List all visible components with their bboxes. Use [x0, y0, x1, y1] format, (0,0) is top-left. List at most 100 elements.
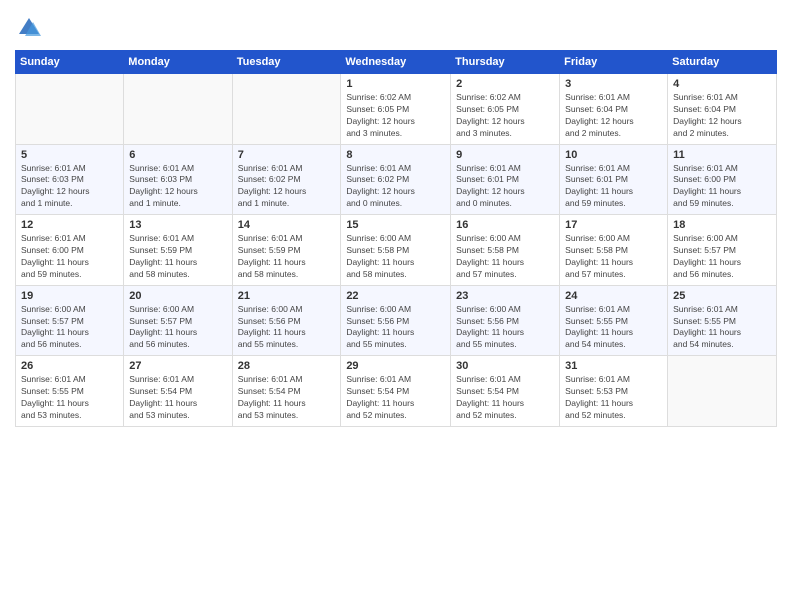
calendar-cell: 23 Sunrise: 6:00 AM Sunset: 5:56 PM Dayli…	[451, 285, 560, 356]
calendar-cell	[16, 74, 124, 145]
calendar-cell: 16 Sunrise: 6:00 AM Sunset: 5:58 PM Dayli…	[451, 215, 560, 286]
calendar-cell	[124, 74, 232, 145]
day-number: 15	[346, 219, 445, 231]
day-info: Sunrise: 6:01 AM Sunset: 6:02 PM Dayligh…	[346, 163, 445, 211]
weekday-header-row: SundayMondayTuesdayWednesdayThursdayFrid…	[16, 51, 777, 74]
day-info: Sunrise: 6:00 AM Sunset: 5:57 PM Dayligh…	[21, 304, 118, 352]
day-info: Sunrise: 6:00 AM Sunset: 5:56 PM Dayligh…	[456, 304, 554, 352]
calendar-cell: 24 Sunrise: 6:01 AM Sunset: 5:55 PM Dayli…	[560, 285, 668, 356]
calendar-cell: 7Sunrise: 6:01 AM Sunset: 6:02 PM Daylig…	[232, 144, 341, 215]
day-number: 19	[21, 290, 118, 302]
day-number: 3	[565, 78, 662, 90]
day-info: Sunrise: 6:00 AM Sunset: 5:56 PM Dayligh…	[238, 304, 336, 352]
day-number: 31	[565, 360, 662, 372]
calendar-cell	[232, 74, 341, 145]
weekday-header-monday: Monday	[124, 51, 232, 74]
day-number: 27	[129, 360, 226, 372]
calendar-cell: 17Sunrise: 6:00 AM Sunset: 5:58 PM Dayli…	[560, 215, 668, 286]
week-row-4: 19 Sunrise: 6:00 AM Sunset: 5:57 PM Dayli…	[16, 285, 777, 356]
calendar-cell: 25 Sunrise: 6:01 AM Sunset: 5:55 PM Dayli…	[668, 285, 777, 356]
day-info: Sunrise: 6:02 AM Sunset: 6:05 PM Dayligh…	[346, 92, 445, 140]
day-info: Sunrise: 6:01 AM Sunset: 5:54 PM Dayligh…	[346, 374, 445, 422]
calendar-cell: 31 Sunrise: 6:01 AM Sunset: 5:53 PM Dayli…	[560, 356, 668, 427]
day-info: Sunrise: 6:01 AM Sunset: 5:55 PM Dayligh…	[21, 374, 118, 422]
calendar-cell: 28 Sunrise: 6:01 AM Sunset: 5:54 PM Dayli…	[232, 356, 341, 427]
day-info: Sunrise: 6:01 AM Sunset: 6:04 PM Dayligh…	[565, 92, 662, 140]
weekday-header-wednesday: Wednesday	[341, 51, 451, 74]
day-number: 10	[565, 149, 662, 161]
week-row-3: 12 Sunrise: 6:01 AM Sunset: 6:00 PM Dayli…	[16, 215, 777, 286]
day-info: Sunrise: 6:01 AM Sunset: 5:55 PM Dayligh…	[565, 304, 662, 352]
day-info: Sunrise: 6:02 AM Sunset: 6:05 PM Dayligh…	[456, 92, 554, 140]
day-info: Sunrise: 6:01 AM Sunset: 6:00 PM Dayligh…	[21, 233, 118, 281]
day-info: Sunrise: 6:01 AM Sunset: 5:53 PM Dayligh…	[565, 374, 662, 422]
day-info: Sunrise: 6:00 AM Sunset: 5:58 PM Dayligh…	[456, 233, 554, 281]
calendar-cell: 2 Sunrise: 6:02 AM Sunset: 6:05 PM Daylig…	[451, 74, 560, 145]
day-info: Sunrise: 6:01 AM Sunset: 6:01 PM Dayligh…	[456, 163, 554, 211]
day-number: 23	[456, 290, 554, 302]
day-info: Sunrise: 6:01 AM Sunset: 6:02 PM Dayligh…	[238, 163, 336, 211]
calendar-cell: 30Sunrise: 6:01 AM Sunset: 5:54 PM Dayli…	[451, 356, 560, 427]
calendar-cell: 22Sunrise: 6:00 AM Sunset: 5:56 PM Dayli…	[341, 285, 451, 356]
weekday-header-sunday: Sunday	[16, 51, 124, 74]
day-info: Sunrise: 6:01 AM Sunset: 5:54 PM Dayligh…	[456, 374, 554, 422]
day-info: Sunrise: 6:01 AM Sunset: 6:03 PM Dayligh…	[21, 163, 118, 211]
calendar-cell: 15 Sunrise: 6:00 AM Sunset: 5:58 PM Dayli…	[341, 215, 451, 286]
day-number: 12	[21, 219, 118, 231]
day-number: 8	[346, 149, 445, 161]
day-info: Sunrise: 6:01 AM Sunset: 6:03 PM Dayligh…	[129, 163, 226, 211]
day-number: 14	[238, 219, 336, 231]
day-info: Sunrise: 6:00 AM Sunset: 5:58 PM Dayligh…	[346, 233, 445, 281]
day-number: 5	[21, 149, 118, 161]
weekday-header-friday: Friday	[560, 51, 668, 74]
weekday-header-tuesday: Tuesday	[232, 51, 341, 74]
day-number: 20	[129, 290, 226, 302]
day-number: 18	[673, 219, 771, 231]
day-info: Sunrise: 6:01 AM Sunset: 5:59 PM Dayligh…	[238, 233, 336, 281]
calendar-cell: 5 Sunrise: 6:01 AM Sunset: 6:03 PM Daylig…	[16, 144, 124, 215]
calendar-cell: 14 Sunrise: 6:01 AM Sunset: 5:59 PM Dayli…	[232, 215, 341, 286]
day-info: Sunrise: 6:01 AM Sunset: 5:54 PM Dayligh…	[129, 374, 226, 422]
day-info: Sunrise: 6:01 AM Sunset: 6:01 PM Dayligh…	[565, 163, 662, 211]
calendar-cell: 20Sunrise: 6:00 AM Sunset: 5:57 PM Dayli…	[124, 285, 232, 356]
header	[15, 10, 777, 42]
day-number: 4	[673, 78, 771, 90]
day-number: 25	[673, 290, 771, 302]
calendar-cell: 12 Sunrise: 6:01 AM Sunset: 6:00 PM Dayli…	[16, 215, 124, 286]
week-row-1: 1Sunrise: 6:02 AM Sunset: 6:05 PM Daylig…	[16, 74, 777, 145]
calendar-cell: 19 Sunrise: 6:00 AM Sunset: 5:57 PM Dayli…	[16, 285, 124, 356]
calendar-cell: 9 Sunrise: 6:01 AM Sunset: 6:01 PM Daylig…	[451, 144, 560, 215]
day-number: 28	[238, 360, 336, 372]
day-info: Sunrise: 6:01 AM Sunset: 5:59 PM Dayligh…	[129, 233, 226, 281]
calendar-cell: 3 Sunrise: 6:01 AM Sunset: 6:04 PM Daylig…	[560, 74, 668, 145]
day-number: 6	[129, 149, 226, 161]
week-row-2: 5 Sunrise: 6:01 AM Sunset: 6:03 PM Daylig…	[16, 144, 777, 215]
day-number: 9	[456, 149, 554, 161]
day-info: Sunrise: 6:01 AM Sunset: 5:55 PM Dayligh…	[673, 304, 771, 352]
day-number: 13	[129, 219, 226, 231]
calendar-cell: 13 Sunrise: 6:01 AM Sunset: 5:59 PM Dayli…	[124, 215, 232, 286]
day-number: 24	[565, 290, 662, 302]
calendar: SundayMondayTuesdayWednesdayThursdayFrid…	[15, 50, 777, 427]
day-number: 21	[238, 290, 336, 302]
day-info: Sunrise: 6:00 AM Sunset: 5:57 PM Dayligh…	[673, 233, 771, 281]
calendar-cell: 26 Sunrise: 6:01 AM Sunset: 5:55 PM Dayli…	[16, 356, 124, 427]
calendar-cell: 29 Sunrise: 6:01 AM Sunset: 5:54 PM Dayli…	[341, 356, 451, 427]
day-number: 17	[565, 219, 662, 231]
day-number: 16	[456, 219, 554, 231]
weekday-header-thursday: Thursday	[451, 51, 560, 74]
calendar-cell	[668, 356, 777, 427]
day-info: Sunrise: 6:01 AM Sunset: 6:04 PM Dayligh…	[673, 92, 771, 140]
calendar-cell: 18 Sunrise: 6:00 AM Sunset: 5:57 PM Dayli…	[668, 215, 777, 286]
day-info: Sunrise: 6:01 AM Sunset: 5:54 PM Dayligh…	[238, 374, 336, 422]
day-info: Sunrise: 6:00 AM Sunset: 5:56 PM Dayligh…	[346, 304, 445, 352]
day-number: 2	[456, 78, 554, 90]
week-row-5: 26 Sunrise: 6:01 AM Sunset: 5:55 PM Dayli…	[16, 356, 777, 427]
calendar-cell: 1Sunrise: 6:02 AM Sunset: 6:05 PM Daylig…	[341, 74, 451, 145]
calendar-cell: 8 Sunrise: 6:01 AM Sunset: 6:02 PM Daylig…	[341, 144, 451, 215]
day-number: 29	[346, 360, 445, 372]
logo-icon	[15, 14, 43, 42]
calendar-cell: 6 Sunrise: 6:01 AM Sunset: 6:03 PM Daylig…	[124, 144, 232, 215]
day-number: 26	[21, 360, 118, 372]
day-info: Sunrise: 6:01 AM Sunset: 6:00 PM Dayligh…	[673, 163, 771, 211]
